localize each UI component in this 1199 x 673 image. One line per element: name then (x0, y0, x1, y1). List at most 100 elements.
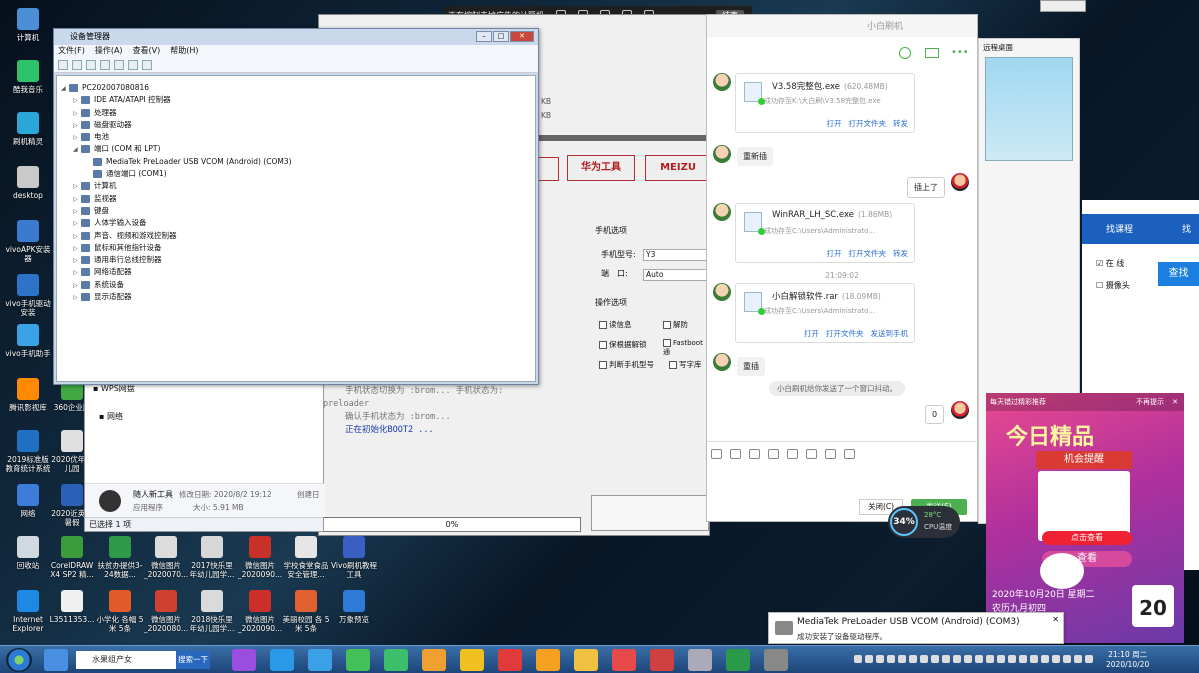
tree-item[interactable]: ◢ 端口 (COM 和 LPT) (61, 143, 535, 155)
desktop-icon[interactable]: 计算机 (4, 8, 52, 42)
taskbar-app-icon[interactable] (650, 649, 674, 671)
tab-huawei[interactable]: 华为工具 (567, 155, 635, 181)
tree-item[interactable]: ▷ 鼠标和其他指针设备 (61, 242, 535, 254)
desktop-icon[interactable]: CorelDRAW X4 SP2 精... (48, 536, 96, 579)
tab-meizu[interactable]: MEIZU (645, 155, 711, 181)
desktop-icon[interactable]: 回收站 (4, 536, 52, 570)
scan-icon[interactable] (142, 59, 152, 70)
taskbar-app-icon[interactable] (726, 649, 750, 671)
desktop-icon[interactable]: 2017快乐里年幼儿园学... (188, 536, 236, 579)
remote-desktop-thumbnail[interactable] (985, 57, 1073, 161)
taskbar-app-icon[interactable] (764, 649, 788, 671)
close-icon[interactable]: ✕ (1172, 393, 1178, 411)
taskbar-app-icon[interactable] (422, 649, 446, 671)
tray-icon[interactable] (920, 655, 928, 663)
desktop-icon[interactable]: 酷我音乐 (4, 60, 52, 94)
emoji-icon[interactable] (711, 449, 722, 459)
properties-icon[interactable] (86, 59, 96, 70)
open-folder-link[interactable]: 打开文件夹 (826, 328, 864, 339)
tree-item[interactable]: ▷ 磁盘驱动器 (61, 119, 535, 131)
send-to-phone-link[interactable]: 发送到手机 (871, 328, 909, 339)
op-fastboot[interactable]: Fastboot 通 (663, 339, 709, 357)
tray-icon[interactable] (876, 655, 884, 663)
taskbar-search-input[interactable]: 水果组产女 (76, 651, 176, 669)
tree-item[interactable]: ▷ IDE ATA/ATAPI 控制器 (61, 94, 535, 106)
taskbar-app-icon[interactable] (270, 649, 294, 671)
tree-item[interactable]: ▷ 人体学输入设备 (61, 217, 535, 229)
tree-item[interactable]: ▷ 处理器 (61, 107, 535, 119)
ad-cta-button[interactable]: 点击查看 (1042, 531, 1132, 545)
start-button[interactable] (6, 648, 32, 672)
desktop-icon[interactable]: desktop (4, 166, 52, 200)
forward-link[interactable]: 转发 (893, 118, 908, 129)
taskbar-app-icon[interactable] (536, 649, 560, 671)
tree-item[interactable]: ▷ 网络适配器 (61, 266, 535, 278)
desktop-icon[interactable]: vivo手机助手 (4, 324, 52, 358)
tray-icon[interactable] (942, 655, 950, 663)
clock[interactable]: 21:10 周二 2020/10/20 (1106, 650, 1149, 670)
desktop-icon[interactable]: vivo手机驱动安装 (4, 274, 52, 317)
start-button[interactable] (591, 495, 709, 531)
desktop-icon[interactable]: 小学化 各幅 5米 5条 (96, 590, 144, 633)
tray-icon[interactable] (1052, 655, 1060, 663)
image-icon[interactable] (806, 449, 817, 459)
folder-icon[interactable] (768, 449, 779, 459)
tray-icon[interactable] (964, 655, 972, 663)
taskbar-app-icon[interactable] (384, 649, 408, 671)
open-folder-link[interactable]: 打开文件夹 (849, 248, 887, 259)
taskbar-search-button[interactable]: 搜索一下 (176, 651, 210, 669)
search-button[interactable]: 查找 (1158, 262, 1199, 286)
tray-icon[interactable] (1041, 655, 1049, 663)
tray-icon[interactable] (997, 655, 1005, 663)
taskbar-app-icon[interactable] (498, 649, 522, 671)
open-folder-link[interactable]: 打开文件夹 (849, 118, 887, 129)
tree-item[interactable]: MediaTek PreLoader USB VCOM (Android) (C… (61, 156, 535, 168)
taskbar-app-icon[interactable] (308, 649, 332, 671)
video-call-icon[interactable] (925, 48, 939, 58)
tray-icon[interactable] (953, 655, 961, 663)
model-input[interactable]: Y3 (643, 249, 707, 261)
desktop-icon[interactable]: 微信图片_2020090... (236, 590, 284, 633)
tree-item[interactable]: ▷ 显示适配器 (61, 291, 535, 303)
desktop-icon[interactable]: 微信图片_2020080... (142, 590, 190, 633)
camera-checkbox[interactable]: ☐ 摄像头 (1096, 280, 1130, 291)
nav-more[interactable]: 找 (1182, 222, 1191, 235)
network-item[interactable]: ▪ 网络 (99, 411, 123, 422)
desktop-icon[interactable]: 美丽校园 各 5米 5条 (282, 590, 330, 633)
desktop-icon[interactable]: 微信图片_2020070... (142, 536, 190, 579)
menu-view[interactable]: 查看(V) (133, 45, 161, 57)
desktop-icon[interactable]: 2018快乐里年幼儿园学... (188, 590, 236, 633)
maximize-button[interactable]: □ (493, 31, 509, 42)
help-icon[interactable] (114, 59, 124, 70)
tray-icon[interactable] (1019, 655, 1027, 663)
more-tools-icon[interactable] (844, 449, 855, 459)
desktop-icon[interactable]: 万象预览 (330, 590, 378, 624)
tb-app-icon[interactable] (44, 649, 68, 671)
desktop-icon[interactable]: Internet Explorer (4, 590, 52, 633)
port-select[interactable]: Auto (643, 269, 707, 281)
music-icon[interactable] (787, 449, 798, 459)
forward-link[interactable]: 转发 (893, 248, 908, 259)
desktop-icon[interactable]: 扶贫办提供3-24数据... (96, 536, 144, 579)
tray-icon[interactable] (1074, 655, 1082, 663)
phone-icon[interactable] (825, 449, 836, 459)
op-write-font[interactable]: 写字库 (669, 359, 702, 370)
menu-help[interactable]: 帮助(H) (170, 45, 198, 57)
tray-icon[interactable] (931, 655, 939, 663)
forward-icon[interactable] (72, 59, 82, 70)
taskbar-app-icon[interactable] (460, 649, 484, 671)
menu-action[interactable]: 操作(A) (95, 45, 123, 57)
tree-item[interactable]: ▷ 计算机 (61, 180, 535, 192)
desktop-icon[interactable]: vivoAPK安装器 (4, 220, 52, 263)
close-icon[interactable]: ✕ (1052, 615, 1059, 624)
desktop-icon[interactable]: Vivo刷机教程工具 (330, 536, 378, 579)
desktop-icon[interactable]: 学校食堂食品安全管理... (282, 536, 330, 579)
op-detect-model[interactable]: 判断手机型号 (599, 359, 654, 370)
minimize-button[interactable]: – (476, 31, 492, 42)
tray-icon[interactable] (975, 655, 983, 663)
tree-item[interactable]: 通信端口 (COM1) (61, 168, 535, 180)
tray-icon[interactable] (1085, 655, 1093, 663)
tray-icon[interactable] (865, 655, 873, 663)
view-icon[interactable] (128, 59, 138, 70)
open-link[interactable]: 打开 (827, 118, 842, 129)
